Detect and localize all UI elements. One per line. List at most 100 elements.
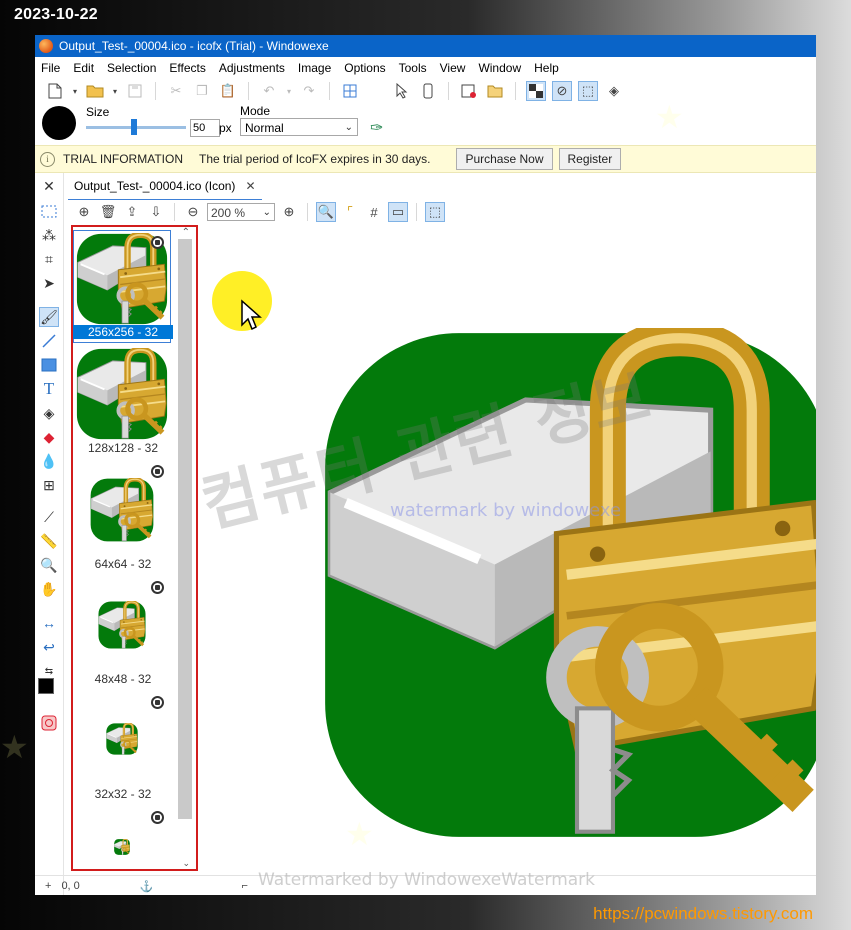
selection-mask-icon[interactable]: ⬚ bbox=[578, 81, 598, 101]
preview-panel-icon[interactable]: ▭ bbox=[388, 202, 408, 222]
menu-options[interactable]: Options bbox=[338, 61, 392, 75]
page-label[interactable]: 256x256 - 32 bbox=[73, 325, 173, 339]
page-label[interactable]: 64x64 - 32 bbox=[73, 557, 173, 571]
mode-select[interactable]: Normal ⌄ bbox=[240, 118, 358, 136]
watermark-small: watermark by windowexe bbox=[390, 500, 622, 521]
menu-edit[interactable]: Edit bbox=[67, 61, 101, 75]
undo-dropdown-icon[interactable]: ▾ bbox=[285, 81, 293, 101]
transparency-icon[interactable]: ⊘ bbox=[552, 81, 572, 101]
zoom-out-icon[interactable]: ⊖ bbox=[183, 202, 203, 222]
text-icon[interactable]: T bbox=[39, 379, 59, 399]
site-url: https://pcwindows.tistory.com bbox=[593, 904, 813, 923]
create-icon-from-image-icon[interactable] bbox=[459, 81, 479, 101]
image-canvas[interactable] bbox=[200, 225, 816, 875]
app-logo-icon bbox=[39, 39, 53, 53]
page-thumbnail-64[interactable] bbox=[90, 478, 154, 542]
page-thumbnail-128[interactable] bbox=[76, 348, 168, 440]
move-icon[interactable]: ➤ bbox=[39, 273, 59, 293]
new-dropdown-icon[interactable]: ▾ bbox=[71, 81, 79, 101]
import-image-icon[interactable] bbox=[485, 81, 505, 101]
rulers-icon[interactable]: ⌜ bbox=[340, 202, 360, 222]
toolbar-separator bbox=[329, 82, 330, 100]
apple-logo-icon[interactable] bbox=[366, 81, 386, 101]
mouse-cursor-icon bbox=[241, 299, 262, 331]
page-thumbnail-48[interactable] bbox=[98, 601, 146, 649]
eraser-icon[interactable]: ◆ bbox=[39, 427, 59, 447]
menu-tools[interactable]: Tools bbox=[393, 61, 434, 75]
blur-drop-icon[interactable]: 💧 bbox=[39, 451, 59, 471]
selection-size-icon: ⌐ bbox=[241, 880, 248, 892]
scroll-down-icon[interactable]: ⌄ bbox=[182, 858, 190, 869]
windows-logo-icon[interactable] bbox=[340, 81, 360, 101]
export-image-icon[interactable]: ⇪ bbox=[122, 202, 142, 222]
scroll-up-icon[interactable]: ⌃ bbox=[182, 227, 190, 238]
flip-icon[interactable]: ↔ bbox=[39, 613, 59, 633]
grid-icon[interactable]: # bbox=[364, 202, 384, 222]
page-thumbnail-16[interactable] bbox=[114, 839, 130, 855]
page-label[interactable]: 32x32 - 32 bbox=[73, 787, 173, 801]
antialias-icon[interactable]: ✑ bbox=[370, 118, 383, 138]
zoom-in-icon[interactable]: ⊕ bbox=[279, 202, 299, 222]
shape-tool-icon[interactable] bbox=[39, 713, 59, 733]
menu-window[interactable]: Window bbox=[472, 61, 528, 75]
rectangle-icon[interactable] bbox=[39, 355, 59, 375]
menu-effects[interactable]: Effects bbox=[163, 61, 212, 75]
document-tab[interactable]: Output_Test-_00004.ico (Icon) ✕ bbox=[68, 173, 262, 200]
hand-icon[interactable]: ✋ bbox=[39, 579, 59, 599]
menu-image[interactable]: Image bbox=[292, 61, 338, 75]
copy-icon[interactable]: ❐ bbox=[192, 81, 212, 101]
open-folder-icon[interactable] bbox=[85, 81, 105, 101]
zoom-icon[interactable]: 🔍 bbox=[39, 555, 59, 575]
open-dropdown-icon[interactable]: ▾ bbox=[111, 81, 119, 101]
main-toolbar: ▾ ▾ ✂ ❐ 📋 ↶ ▾ ↷ ⊘ ⬚ ◈ bbox=[35, 79, 816, 103]
zoom-select[interactable]: 200 % ⌄ bbox=[207, 203, 275, 221]
menu-adjustments[interactable]: Adjustments bbox=[213, 61, 292, 75]
checkerboard-icon[interactable] bbox=[526, 81, 546, 101]
menu-help[interactable]: Help bbox=[528, 61, 566, 75]
layers-icon[interactable]: ◈ bbox=[604, 81, 624, 101]
toolbar-separator bbox=[155, 82, 156, 100]
redo-icon[interactable]: ↷ bbox=[299, 81, 319, 101]
purchase-now-button[interactable]: Purchase Now bbox=[456, 148, 553, 170]
magnifier-icon[interactable]: 🔍 bbox=[316, 202, 336, 222]
page-label[interactable]: 128x128 - 32 bbox=[73, 441, 173, 455]
rotate-icon[interactable]: ↩ bbox=[39, 637, 59, 657]
magic-wand-icon[interactable]: ⁂ bbox=[39, 225, 59, 245]
rectangle-select-icon[interactable] bbox=[39, 201, 59, 221]
close-panel-icon[interactable]: ✕ bbox=[39, 176, 59, 196]
paste-icon[interactable]: 📋 bbox=[218, 81, 238, 101]
crop-icon[interactable]: ⌗ bbox=[39, 249, 59, 269]
page-label[interactable]: 48x48 - 32 bbox=[73, 672, 173, 686]
size-input[interactable]: 50 bbox=[190, 119, 220, 137]
size-unit-label: px bbox=[219, 121, 232, 135]
menu-selection[interactable]: Selection bbox=[101, 61, 163, 75]
eyedropper-icon[interactable]: ⟋ bbox=[39, 507, 59, 527]
primary-color-swatch[interactable] bbox=[38, 678, 54, 694]
new-file-icon[interactable] bbox=[45, 81, 65, 101]
menu-view[interactable]: View bbox=[434, 61, 473, 75]
save-icon[interactable] bbox=[125, 81, 145, 101]
menu-file[interactable]: File bbox=[35, 61, 67, 75]
ruler-icon[interactable]: 📏 bbox=[39, 531, 59, 551]
canvas-size-icon[interactable]: ⬚ bbox=[425, 202, 445, 222]
stamp-icon[interactable]: ⊞ bbox=[39, 475, 59, 495]
cursor-icon[interactable] bbox=[392, 81, 412, 101]
fill-bucket-icon[interactable]: ◈ bbox=[39, 403, 59, 423]
new-image-icon[interactable]: ⊕ bbox=[74, 202, 94, 222]
watermark-bottom: Watermarked by WindowexeWatermark bbox=[258, 870, 596, 890]
toolbar-separator bbox=[248, 82, 249, 100]
brush-icon[interactable]: 🖌 bbox=[39, 307, 59, 327]
cut-icon[interactable]: ✂ bbox=[166, 81, 186, 101]
delete-image-icon[interactable]: 🗑 bbox=[98, 202, 118, 222]
scrollbar[interactable] bbox=[178, 239, 192, 819]
mobile-icon[interactable] bbox=[418, 81, 438, 101]
camera-icon bbox=[151, 465, 164, 478]
close-tab-icon[interactable]: ✕ bbox=[245, 179, 255, 193]
page-thumbnail-32[interactable] bbox=[106, 723, 138, 755]
register-button[interactable]: Register bbox=[558, 148, 622, 170]
line-icon[interactable] bbox=[39, 331, 59, 351]
undo-icon[interactable]: ↶ bbox=[259, 81, 279, 101]
import-page-icon[interactable]: ⇩ bbox=[146, 202, 166, 222]
size-slider-thumb[interactable] bbox=[131, 119, 137, 135]
brush-preview[interactable] bbox=[42, 106, 76, 140]
